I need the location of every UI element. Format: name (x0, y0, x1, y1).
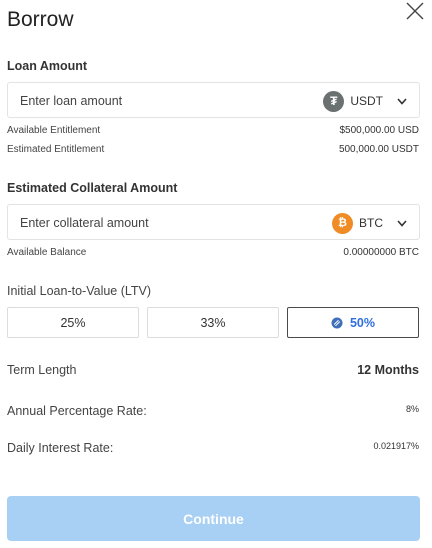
apr-row: Annual Percentage Rate: 8% (7, 404, 419, 420)
close-button[interactable] (404, 0, 426, 22)
available-entitlement-label: Available Entitlement (7, 125, 101, 136)
collateral-token-select[interactable]: ₿ BTC (332, 212, 407, 234)
loan-amount-label: Loan Amount (7, 59, 88, 73)
available-balance-value: 0.00000000 BTC (343, 247, 419, 258)
ltv-option-label: 33% (200, 315, 226, 330)
apr-label: Annual Percentage Rate: (7, 404, 147, 418)
selected-check-icon (331, 317, 343, 328)
page-title: Borrow (7, 8, 74, 31)
collateral-token-label: BTC (359, 216, 383, 230)
bitcoin-icon: ₿ (332, 212, 353, 234)
close-icon (406, 2, 424, 20)
chevron-down-icon (397, 219, 407, 227)
ltv-option-50[interactable]: 50% (287, 307, 419, 338)
tether-icon: ₮ (323, 90, 345, 112)
loan-token-label: USDT (350, 94, 383, 108)
ltv-option-label: 25% (60, 315, 86, 330)
collateral-amount-input[interactable]: Enter collateral amount (20, 216, 149, 230)
term-length-row: Term Length 12 Months (7, 363, 419, 379)
available-entitlement-value: $500,000.00 USD (339, 125, 419, 136)
ltv-label: Initial Loan-to-Value (LTV) (7, 284, 152, 298)
estimated-entitlement-value: 500,000.00 USDT (338, 144, 419, 155)
available-entitlement-row: Available Entitlement $500,000.00 USD (7, 125, 419, 139)
estimated-entitlement-label: Estimated Entitlement (7, 144, 105, 155)
available-balance-label: Available Balance (7, 247, 87, 258)
loan-amount-field[interactable]: Enter loan amount ₮ USDT (7, 82, 420, 118)
ltv-option-33[interactable]: 33% (147, 307, 279, 338)
ltv-option-label: 50% (349, 315, 376, 330)
term-length-label: Term Length (7, 363, 77, 377)
ltv-option-25[interactable]: 25% (7, 307, 139, 338)
chevron-down-icon (397, 97, 407, 105)
loan-token-select[interactable]: ₮ USDT (323, 90, 407, 112)
daily-interest-row: Daily Interest Rate: 0.021917% (7, 441, 419, 457)
continue-button[interactable]: Continue (7, 496, 420, 541)
loan-amount-input[interactable]: Enter loan amount (20, 94, 122, 108)
apr-value: 8% (405, 404, 419, 414)
available-balance-row: Available Balance 0.00000000 BTC (7, 247, 419, 261)
collateral-amount-label: Estimated Collateral Amount (7, 181, 178, 195)
estimated-entitlement-row: Estimated Entitlement 500,000.00 USDT (7, 144, 419, 158)
daily-interest-value: 0.021917% (373, 441, 419, 451)
collateral-amount-field[interactable]: Enter collateral amount ₿ BTC (7, 204, 420, 240)
daily-interest-label: Daily Interest Rate: (7, 441, 114, 455)
term-length-value: 12 Months (357, 363, 419, 377)
